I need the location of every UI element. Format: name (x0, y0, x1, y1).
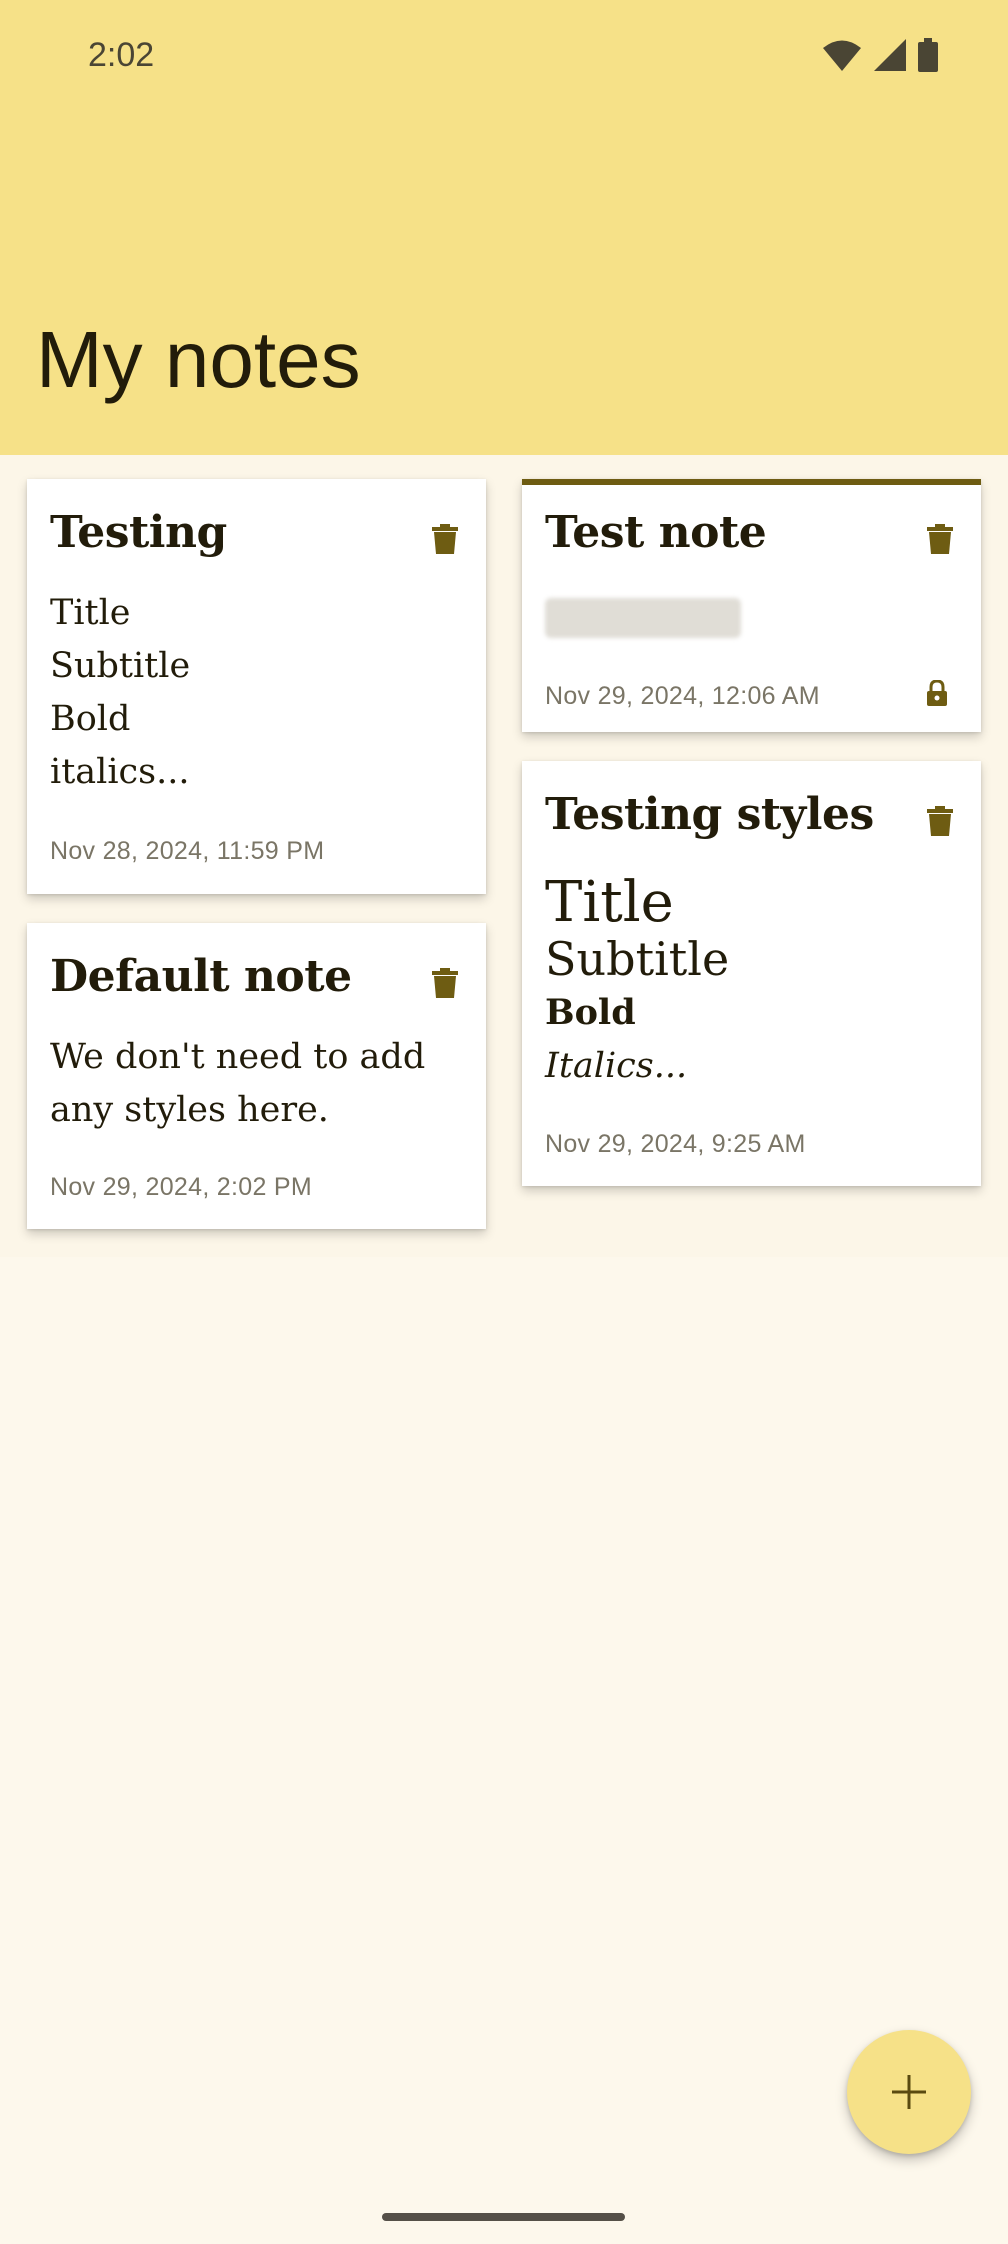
styled-italic-line: Italics... (545, 1046, 688, 1086)
gesture-nav-handle[interactable] (382, 2213, 625, 2221)
body-line: italics... (50, 752, 190, 792)
status-time: 2:02 (88, 36, 155, 74)
note-title: Default note (50, 951, 352, 1002)
note-body: Title Subtitle Bold italics... (50, 587, 466, 799)
styled-bold-line: Bold (545, 992, 636, 1033)
note-card-default-note[interactable]: Default note We don't need to add any st… (27, 923, 486, 1229)
note-card-testing-styles[interactable]: Testing styles Title Subtitle Bold Itali… (522, 761, 981, 1186)
delete-trash-icon[interactable] (432, 524, 458, 554)
note-styled-body: Title Subtitle Bold Italics... (545, 873, 961, 1091)
styled-title-line: Title (545, 870, 674, 935)
delete-trash-icon[interactable] (927, 524, 953, 554)
body-line: Bold (50, 699, 131, 739)
note-title: Testing (50, 507, 227, 558)
add-note-fab[interactable] (847, 2030, 971, 2154)
redacted-body (545, 598, 741, 638)
note-date: Nov 29, 2024, 9:25 AM (545, 1130, 806, 1158)
wifi-icon (823, 40, 861, 71)
battery-icon (918, 38, 938, 72)
note-card-testing[interactable]: Testing Title Subtitle Bold italics... N… (27, 479, 486, 894)
note-date: Nov 29, 2024, 2:02 PM (50, 1173, 313, 1201)
plus-icon (892, 2075, 926, 2109)
note-title: Testing styles (545, 789, 874, 840)
note-card-test-note[interactable]: Test note Nov 29, 2024, 12:06 AM (522, 479, 981, 732)
note-date: Nov 28, 2024, 11:59 PM (50, 837, 325, 865)
note-date: Nov 29, 2024, 12:06 AM (545, 682, 820, 710)
cell-signal-icon (874, 39, 906, 71)
delete-trash-icon[interactable] (927, 806, 953, 836)
status-icons (822, 38, 938, 72)
delete-trash-icon[interactable] (432, 968, 458, 998)
styled-subtitle-line: Subtitle (545, 932, 730, 986)
lock-icon (927, 680, 947, 706)
note-body: We don't need to add any styles here. (50, 1037, 426, 1130)
page-title: My notes (36, 315, 361, 404)
body-line: Title (50, 593, 131, 633)
body-line: Subtitle (50, 646, 191, 686)
app-bar: 2:02 My notes (0, 0, 1008, 455)
note-title: Test note (545, 507, 767, 558)
